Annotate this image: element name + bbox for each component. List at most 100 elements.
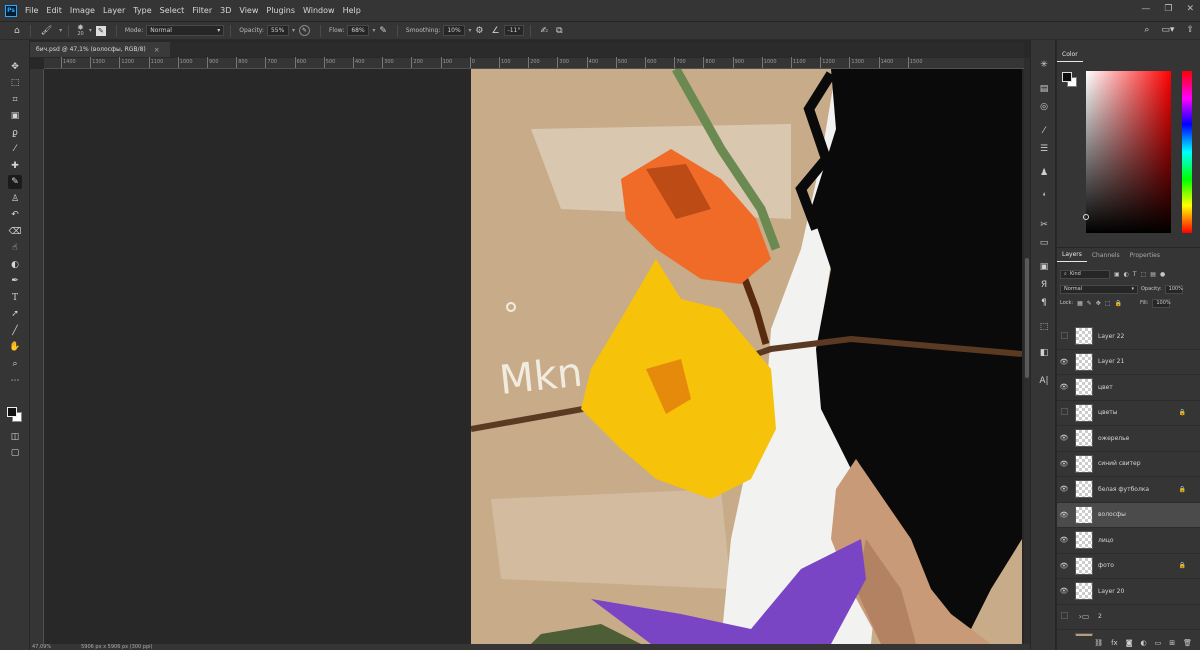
info-icon[interactable]: ▣ — [1037, 260, 1051, 274]
clone-source-icon[interactable]: ♟ — [1037, 166, 1051, 180]
lock-transparent-icon[interactable]: ▦ — [1077, 300, 1083, 307]
canvas-area[interactable]: Mkn — [44, 69, 1024, 644]
visibility-eye-icon[interactable]: 👁 — [1057, 434, 1071, 442]
menu-type[interactable]: Type — [133, 6, 151, 15]
healing-brush-tool-icon[interactable]: ✚ — [8, 159, 22, 173]
smoothing-settings-gear-icon[interactable]: ⚙ — [475, 26, 483, 36]
minimize-icon[interactable]: — — [1141, 4, 1150, 14]
brush-settings-icon[interactable]: ☰ — [1037, 142, 1051, 156]
visibility-eye-icon[interactable]: 👁 — [1057, 587, 1071, 595]
foreground-color-swatch[interactable] — [7, 407, 17, 417]
horizontal-ruler[interactable]: 1400 1300 1200 1100 1000 900 800 700 600 500 400 30… — [44, 57, 1024, 69]
layer-thumbnail[interactable] — [1075, 480, 1093, 499]
menu-3d[interactable]: 3D — [220, 6, 231, 15]
lasso-tool-icon[interactable]: ϼ — [8, 126, 22, 140]
chevron-down-icon[interactable]: ▾ — [468, 27, 471, 34]
filter-pixel-icon[interactable]: ▣ — [1114, 271, 1120, 278]
layer-thumbnail[interactable] — [1075, 531, 1093, 550]
smudge-tool-icon[interactable]: ☝ — [8, 241, 22, 255]
opacity-input[interactable]: 55% — [266, 25, 289, 36]
menu-filter[interactable]: Filter — [192, 6, 212, 15]
hand-tool-icon[interactable]: ✋ — [8, 340, 22, 354]
brushes-icon[interactable]: ⁄ — [1037, 124, 1051, 138]
visibility-eye-icon[interactable]: 👁 — [1057, 383, 1071, 391]
vertical-ruler[interactable] — [30, 69, 44, 644]
layer-row[interactable]: 👁 синий свитер — [1057, 452, 1200, 477]
visibility-eye-icon[interactable]: 👁 — [1057, 485, 1071, 493]
artwork-canvas[interactable]: Mkn — [471, 69, 1022, 644]
history-icon[interactable]: ✳ — [1037, 58, 1051, 72]
layer-row[interactable]: цветы 🔒 — [1057, 401, 1200, 426]
layer-row[interactable]: 👁 лицо — [1057, 528, 1200, 554]
mode-select[interactable]: Normal ▾ — [146, 25, 225, 36]
layer-row[interactable]: 👁 фото 🔒 — [1057, 554, 1200, 579]
angle-input[interactable]: -11° — [503, 25, 524, 36]
timeline-icon[interactable]: A| — [1037, 374, 1051, 388]
link-layers-icon[interactable]: ⛓ — [1094, 639, 1103, 647]
type-tool-icon[interactable]: T — [8, 291, 22, 305]
layer-row[interactable]: 👁 цвет — [1057, 375, 1200, 401]
menu-layer[interactable]: Layer — [103, 6, 125, 15]
tool-presets-icon[interactable]: ✂ — [1037, 218, 1051, 232]
layer-thumbnail[interactable] — [1075, 378, 1093, 397]
visibility-eye-icon[interactable]: 👁 — [1057, 460, 1071, 468]
layer-name[interactable]: Layer 22 — [1098, 333, 1124, 340]
dodge-tool-icon[interactable]: ◐ — [8, 258, 22, 272]
adjustments-icon[interactable]: ◎ — [1037, 100, 1051, 114]
new-group-icon[interactable]: ▭ — [1155, 639, 1162, 647]
layer-style-icon[interactable]: fx — [1111, 639, 1118, 647]
menu-select[interactable]: Select — [160, 6, 185, 15]
actions-icon[interactable]: ▭ — [1037, 236, 1051, 250]
symmetry-icon[interactable]: ⧉ — [556, 26, 562, 36]
share-icon[interactable]: ⇪ — [1186, 25, 1194, 35]
properties-icon[interactable]: ◧ — [1037, 346, 1051, 360]
home-icon[interactable]: ⌂ — [14, 26, 20, 36]
menu-file[interactable]: File — [25, 6, 38, 15]
lock-all-icon[interactable]: 🔒 — [1115, 300, 1122, 307]
layer-thumbnail[interactable] — [1075, 556, 1093, 575]
layer-row[interactable]: ›▭ 2 — [1057, 605, 1200, 630]
menu-help[interactable]: Help — [343, 6, 361, 15]
hue-slider[interactable] — [1182, 71, 1192, 233]
visibility-eye-icon[interactable] — [1057, 331, 1071, 341]
workspace-icon[interactable]: ▭▾ — [1161, 25, 1174, 35]
lock-artboard-icon[interactable]: ⬚ — [1105, 300, 1111, 307]
scrollbar-thumb[interactable] — [1025, 258, 1029, 378]
path-selection-tool-icon[interactable]: ➚ — [8, 307, 22, 321]
layer-name[interactable]: 2 — [1098, 613, 1102, 620]
brush-preset-picker[interactable]: ✸ 20 — [77, 23, 84, 37]
filter-smart-object-icon[interactable]: ▤ — [1150, 271, 1156, 278]
paragraph-icon[interactable]: ¶ — [1037, 296, 1051, 310]
layer-thumbnail[interactable] — [1075, 505, 1093, 524]
layer-thumbnail[interactable] — [1075, 352, 1093, 371]
layer-opacity-input[interactable]: 100% — [1164, 284, 1183, 294]
clone-stamp-tool-icon[interactable]: ♙ — [8, 192, 22, 206]
chevron-down-icon[interactable]: ▾ — [59, 27, 62, 34]
chevron-down-icon[interactable]: ▾ — [89, 27, 92, 34]
blend-mode-select[interactable]: Normal ▾ — [1060, 284, 1138, 294]
tab-channels[interactable]: Channels — [1087, 248, 1125, 262]
frame-tool-icon[interactable]: ▣ — [8, 109, 22, 123]
libraries-icon[interactable]: ▤ — [1037, 82, 1051, 96]
visibility-eye-icon[interactable] — [1057, 408, 1071, 417]
add-mask-icon[interactable]: ◙ — [1126, 639, 1133, 647]
lock-position-icon[interactable]: ✥ — [1096, 300, 1101, 307]
folder-icon[interactable]: ›▭ — [1075, 608, 1093, 626]
eyedropper-tool-icon[interactable]: ⁄ — [8, 142, 22, 156]
layer-name[interactable]: волосфы — [1098, 511, 1126, 518]
line-tool-icon[interactable]: ╱ — [8, 324, 22, 338]
filter-type-icon[interactable]: T — [1133, 271, 1137, 278]
zoom-level[interactable]: 47,09% — [32, 644, 51, 650]
layer-name[interactable]: Layer 20 — [1098, 588, 1124, 595]
filter-shape-icon[interactable]: ⬚ — [1141, 271, 1147, 278]
layer-row[interactable]: Layer 22 — [1057, 324, 1200, 350]
delete-layer-icon[interactable]: 🗑 — [1183, 639, 1192, 647]
close-tab-icon[interactable]: × — [154, 46, 160, 54]
layer-name[interactable]: Layer 21 — [1098, 358, 1124, 365]
restore-icon[interactable]: ❐ — [1164, 4, 1172, 14]
smoothing-input[interactable]: 10% — [443, 25, 466, 36]
layer-thumbnail[interactable] — [1075, 327, 1093, 346]
visibility-eye-icon[interactable] — [1057, 612, 1071, 621]
pressure-size-icon[interactable]: ✍ — [541, 26, 549, 36]
layer-name[interactable]: ожерелье — [1098, 435, 1129, 442]
